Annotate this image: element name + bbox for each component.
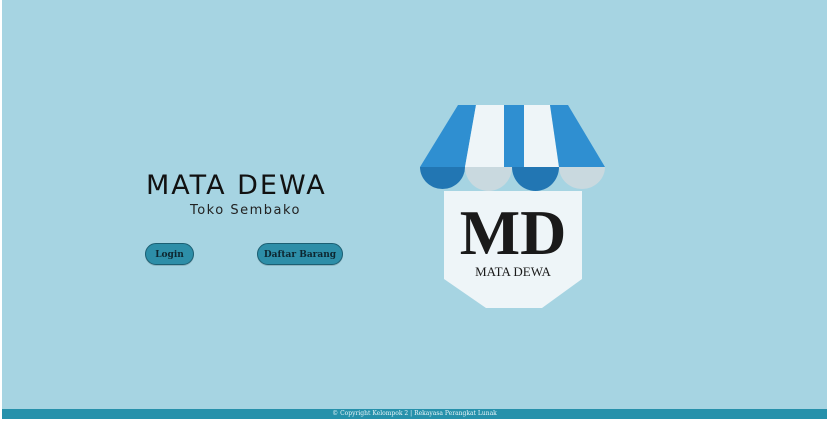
brand-title: MATA DEWA	[146, 170, 327, 201]
footer-bar: © Copyright Kelompok 2 | Rekayasa Perang…	[2, 409, 827, 419]
store-logo: MD MATA DEWA	[418, 103, 610, 315]
logo-monogram: MD	[460, 197, 567, 268]
daftar-barang-button[interactable]: Daftar Barang	[257, 243, 343, 265]
logo-wordmark: MATA DEWA	[475, 264, 551, 279]
store-awning-icon: MD MATA DEWA	[420, 105, 605, 308]
footer-copyright: © Copyright Kelompok 2 | Rekayasa Perang…	[332, 410, 497, 417]
page-background	[2, 0, 827, 410]
login-button[interactable]: Login	[145, 243, 194, 265]
brand-subtitle: Toko Sembako	[190, 203, 301, 218]
